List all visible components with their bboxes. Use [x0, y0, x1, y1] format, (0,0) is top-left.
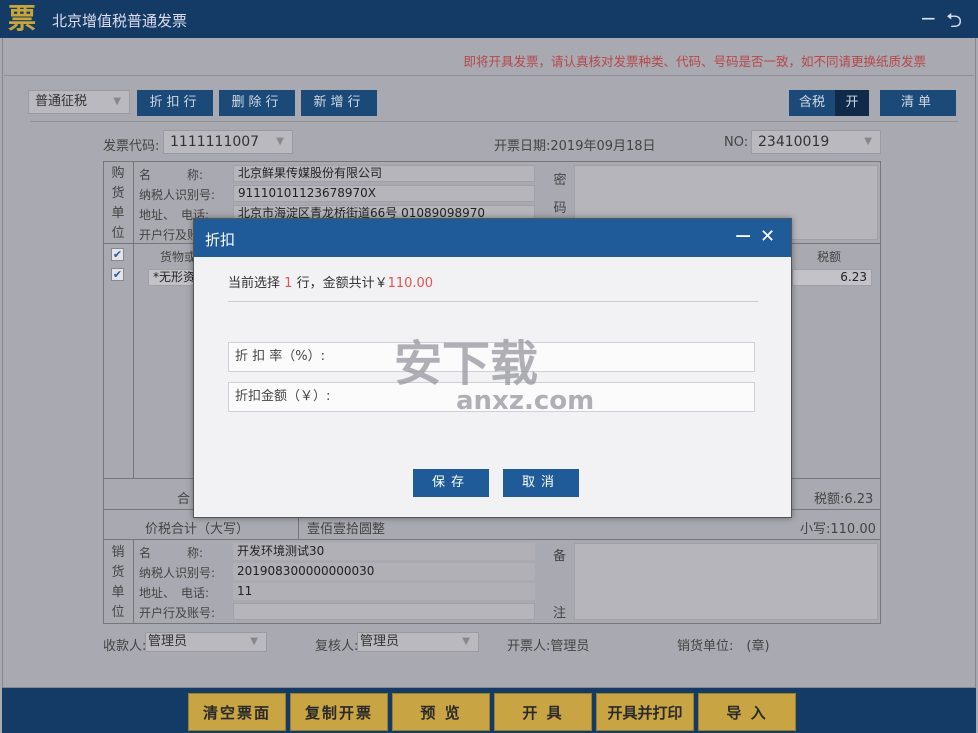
payee-select[interactable]: 管理员 ▼ [145, 632, 267, 652]
issuer-label: 开票人:管理员 [507, 635, 589, 654]
dialog-minimize-button[interactable]: − [734, 224, 752, 249]
invoice-code-value: 1111111007 [170, 134, 259, 150]
selection-summary: 当前选择 1 行，金额共计￥110.00 [228, 272, 433, 291]
remark-label-bottom: 注 [553, 602, 566, 621]
selected-amount: 110.00 [388, 276, 434, 291]
delete-row-button[interactable]: 删除行 [219, 90, 295, 116]
back-button[interactable]: ⮌ [946, 6, 962, 40]
app-title: 北京增值税普通发票 [52, 10, 187, 31]
app-logo: 票 [8, 3, 40, 35]
total-tax: 税额:6.23 [814, 488, 873, 507]
grand-total-words: 壹佰壹拾圆整 [307, 518, 385, 537]
invoice-code-select[interactable]: 1111111007 ▼ [163, 130, 293, 154]
invoice-no-value: 23410019 [758, 134, 829, 150]
import-button[interactable]: 导 入 [698, 693, 796, 731]
item-tax-field[interactable]: 6.23 [792, 269, 872, 286]
divider [4, 75, 974, 76]
select-all-checkbox[interactable]: ✔ [111, 248, 124, 261]
buyer-taxid-label: 纳税人识别号: [139, 186, 215, 203]
dialog-close-button[interactable]: ✕ [760, 226, 775, 247]
discount-amount-label: 折扣金额（￥）: [235, 389, 330, 404]
grand-total-label: 价税合计（大写） [145, 518, 249, 537]
discount-row-button[interactable]: 折扣行 [137, 90, 213, 116]
copy-issue-button[interactable]: 复制开票 [290, 693, 388, 731]
tax-included-label: 含税 [789, 90, 835, 116]
seller-name-label: 名 称: [139, 544, 203, 561]
invoice-no-select[interactable]: 23410019 ▼ [751, 130, 881, 154]
grand-total-small: 小写:110.00 [800, 518, 876, 537]
issue-print-button[interactable]: 开具并打印 [596, 693, 694, 731]
save-button[interactable]: 保存 [413, 469, 489, 497]
divider [228, 301, 758, 302]
col-tax-header: 税额 [817, 248, 841, 265]
issue-button[interactable]: 开 具 [494, 693, 592, 731]
tax-included-toggle[interactable]: 开 [835, 90, 869, 116]
dialog-header: 折扣 − ✕ [194, 219, 791, 257]
seller-bank-label: 开户行及账号: [139, 604, 215, 621]
dialog-title: 折扣 [205, 229, 235, 250]
remark-area[interactable] [574, 543, 878, 620]
cancel-button[interactable]: 取消 [503, 469, 579, 497]
selected-count: 1 [284, 276, 292, 291]
cipher-label: 密码 [551, 167, 569, 223]
seller-side-label: 销货单位 [109, 543, 127, 623]
divider [133, 161, 134, 478]
seller-taxid-label: 纳税人识别号: [139, 564, 215, 581]
invoice-date: 开票日期:2019年09月18日 [494, 135, 656, 154]
seller-bank-field[interactable] [233, 603, 535, 620]
col-goods-header: 货物或 [160, 248, 196, 265]
seller-address-field[interactable]: 11 [233, 583, 535, 600]
remark-label-top: 备 [553, 545, 566, 564]
seller-taxid-field[interactable]: 201908300000000030 [233, 563, 535, 580]
reviewer-label: 复核人: [315, 635, 358, 654]
reviewer-select[interactable]: 管理员 ▼ [357, 632, 479, 652]
buyer-name-field[interactable]: 北京鲜果传媒股份有限公司 [233, 165, 535, 182]
minimize-button[interactable]: − [920, 6, 937, 30]
invoice-code-label: 发票代码: [103, 135, 159, 154]
payee-value: 管理员 [148, 634, 187, 649]
chevron-down-icon: ▼ [276, 131, 284, 153]
total-label: 合 [177, 488, 190, 507]
buyer-taxid-field[interactable]: 91110101123678970X [233, 185, 535, 202]
chevron-down-icon: ▼ [113, 91, 121, 113]
discount-dialog: 折扣 − ✕ 当前选择 1 行，金额共计￥110.00 折 扣 率（%）: 折扣… [193, 218, 792, 518]
warning-text: 即将开具发票，请认真核对发票种类、代码、号码是否一致，如不同请更换纸质发票 [463, 51, 926, 70]
divider [103, 539, 881, 540]
clear-button[interactable]: 清空票面 [188, 693, 286, 731]
discount-rate-input[interactable]: 折 扣 率（%）: [228, 342, 755, 372]
seller-seal-label: 销货单位: (章) [677, 635, 770, 654]
tax-type-select[interactable]: 普通征税 ▼ [28, 90, 130, 114]
tax-type-value: 普通征税 [35, 94, 87, 109]
payee-label: 收款人: [103, 635, 146, 654]
discount-rate-label: 折 扣 率（%）: [235, 349, 325, 364]
discount-amount-input[interactable]: 折扣金额（￥）: [228, 382, 755, 412]
invoice-no-label: NO: [724, 135, 748, 150]
add-row-button[interactable]: 新增行 [301, 90, 377, 116]
chevron-down-icon: ▼ [462, 633, 470, 651]
preview-button[interactable]: 预 览 [392, 693, 490, 731]
list-button[interactable]: 清单 [880, 90, 956, 116]
chevron-down-icon: ▼ [250, 633, 258, 651]
reviewer-value: 管理员 [360, 634, 399, 649]
divider [133, 539, 134, 624]
row-checkbox[interactable]: ✔ [111, 268, 124, 281]
seller-name-field[interactable]: 开发环境测试30 [233, 543, 535, 560]
chevron-down-icon: ▼ [864, 131, 872, 153]
buyer-name-label: 名 称: [139, 166, 203, 183]
buyer-side-label: 购货单位 [109, 164, 127, 244]
seller-address-label: 地址、 电话: [139, 584, 209, 601]
divider [30, 121, 958, 122]
